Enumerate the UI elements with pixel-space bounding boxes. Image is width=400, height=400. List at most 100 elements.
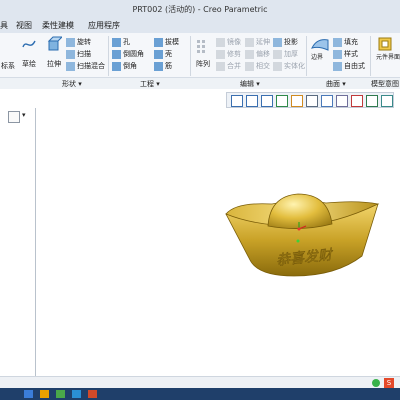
round-icon bbox=[112, 49, 121, 59]
trim-icon bbox=[216, 49, 225, 59]
zoom-in-icon[interactable] bbox=[246, 95, 258, 107]
rib-label: 筋 bbox=[165, 62, 172, 70]
freeform-label: 自由式 bbox=[344, 62, 365, 70]
sketch-button[interactable]: 草绘 bbox=[22, 59, 36, 69]
ribbon-separator bbox=[108, 36, 109, 76]
taskbar-app-icon[interactable] bbox=[56, 390, 65, 398]
thicken-label: 加厚 bbox=[284, 50, 298, 58]
tab-flexible-modeling[interactable]: 柔性建模 bbox=[42, 20, 74, 32]
zoom-fit-icon[interactable] bbox=[231, 95, 243, 107]
style-button[interactable]: 样式 bbox=[333, 49, 358, 59]
pattern-button[interactable]: 阵列 bbox=[196, 59, 210, 69]
component-interface-icon bbox=[378, 37, 392, 51]
status-indicator bbox=[372, 379, 380, 387]
draft-button[interactable]: 拔模 bbox=[154, 37, 179, 47]
shell-button[interactable]: 壳 bbox=[154, 49, 172, 59]
draft-label: 拔模 bbox=[165, 38, 179, 46]
intersect-label: 相交 bbox=[256, 62, 270, 70]
datum-display-icon[interactable] bbox=[351, 95, 363, 107]
chamfer-label: 倒角 bbox=[123, 62, 137, 70]
view-manager-icon[interactable] bbox=[306, 95, 318, 107]
hole-label: 孔 bbox=[123, 38, 130, 46]
zoom-out-icon[interactable] bbox=[261, 95, 273, 107]
sweep-blend-label: 扫描混合 bbox=[77, 62, 105, 70]
chamfer-button[interactable]: 倒角 bbox=[112, 61, 137, 71]
taskbar-app-icon[interactable] bbox=[24, 390, 33, 398]
taskbar bbox=[0, 388, 400, 400]
boundary-blend-button[interactable]: 边界 bbox=[311, 55, 323, 61]
spin-center-icon[interactable] bbox=[291, 95, 303, 107]
pattern-icon bbox=[196, 39, 210, 53]
sweep-button[interactable]: 扫描 bbox=[66, 49, 91, 59]
coord-system-button[interactable]: 标系 bbox=[1, 61, 15, 71]
repaint-icon[interactable] bbox=[276, 95, 288, 107]
extend-button[interactable]: 延伸 bbox=[245, 37, 270, 47]
hole-icon bbox=[112, 37, 121, 47]
extend-icon bbox=[245, 37, 254, 47]
style-icon bbox=[333, 49, 342, 59]
revolve-button[interactable]: 旋转 bbox=[66, 37, 91, 47]
ribbon-tab-bar: 具 视图 柔性建模 应用程序 bbox=[0, 18, 400, 33]
tab-tools[interactable]: 具 bbox=[0, 20, 8, 32]
offset-button[interactable]: 偏移 bbox=[245, 49, 270, 59]
window-title: PRT002 (活动的) - Creo Parametric bbox=[132, 5, 268, 14]
trim-button[interactable]: 修剪 bbox=[216, 49, 241, 59]
group-label-shape[interactable]: 形状 ▾ bbox=[62, 79, 82, 89]
shell-label: 壳 bbox=[165, 50, 172, 58]
ribbon-separator bbox=[306, 36, 307, 76]
fill-icon bbox=[333, 37, 342, 47]
group-label-model-intent[interactable]: 模型意图 bbox=[371, 79, 399, 89]
merge-icon bbox=[216, 61, 225, 71]
freeform-button[interactable]: 自由式 bbox=[333, 61, 365, 71]
taskbar-app-icon[interactable] bbox=[72, 390, 81, 398]
rib-button[interactable]: 筋 bbox=[154, 61, 172, 71]
tab-applications[interactable]: 应用程序 bbox=[88, 20, 120, 32]
offset-label: 偏移 bbox=[256, 50, 270, 58]
solidify-button[interactable]: 实体化 bbox=[273, 61, 305, 71]
hole-button[interactable]: 孔 bbox=[112, 37, 130, 47]
taskbar-app-icon[interactable] bbox=[40, 390, 49, 398]
component-interface-button[interactable]: 元件界面 bbox=[376, 55, 400, 61]
merge-label: 合并 bbox=[227, 62, 241, 70]
sweep-blend-icon bbox=[66, 61, 75, 71]
merge-button[interactable]: 合并 bbox=[216, 61, 241, 71]
extrude-icon bbox=[46, 36, 64, 52]
show-icon[interactable] bbox=[8, 111, 20, 123]
saved-views-icon[interactable] bbox=[336, 95, 348, 107]
display-style-icon[interactable] bbox=[321, 95, 333, 107]
taskbar-app-icon[interactable] bbox=[88, 390, 97, 398]
revolve-icon bbox=[66, 37, 75, 47]
style-label: 样式 bbox=[344, 50, 358, 58]
group-editing-text: 编辑 bbox=[240, 80, 254, 88]
extrude-button[interactable]: 拉伸 bbox=[47, 59, 61, 69]
project-button[interactable]: 投影 bbox=[273, 37, 298, 47]
fill-label: 填充 bbox=[344, 38, 358, 46]
round-button[interactable]: 倒圆角 bbox=[112, 49, 144, 59]
dropdown-arrow-icon[interactable]: ▾ bbox=[22, 111, 26, 119]
group-label-engineering[interactable]: 工程 ▾ bbox=[140, 79, 160, 89]
group-model-intent-text: 模型意图 bbox=[371, 80, 399, 88]
annotation-icon[interactable] bbox=[366, 95, 378, 107]
title-bar: PRT002 (活动的) - Creo Parametric bbox=[0, 0, 400, 18]
status-badge[interactable]: S bbox=[384, 378, 394, 388]
tab-view[interactable]: 视图 bbox=[16, 20, 32, 32]
intersect-button[interactable]: 相交 bbox=[245, 61, 270, 71]
sweep-blend-button[interactable]: 扫描混合 bbox=[66, 61, 105, 71]
round-label: 倒圆角 bbox=[123, 50, 144, 58]
group-label-surfaces[interactable]: 曲面 ▾ bbox=[326, 79, 346, 89]
ribbon-group-labels: 形状 ▾ 工程 ▾ 编辑 ▾ 曲面 ▾ 模型意图 bbox=[0, 77, 400, 89]
thicken-button[interactable]: 加厚 bbox=[273, 49, 298, 59]
freeform-icon bbox=[333, 61, 342, 71]
group-surfaces-text: 曲面 bbox=[326, 80, 340, 88]
sweep-label: 扫描 bbox=[77, 50, 91, 58]
mirror-button[interactable]: 镜像 bbox=[216, 37, 241, 47]
group-label-editing[interactable]: 编辑 ▾ bbox=[240, 79, 260, 89]
intersect-icon bbox=[245, 61, 254, 71]
shell-icon bbox=[154, 49, 163, 59]
graphics-area[interactable]: 恭喜发财 bbox=[36, 108, 400, 376]
spin-icon[interactable] bbox=[381, 95, 393, 107]
solidify-label: 实体化 bbox=[284, 62, 305, 70]
project-label: 投影 bbox=[284, 38, 298, 46]
sketch-icon bbox=[22, 37, 36, 51]
fill-button[interactable]: 填充 bbox=[333, 37, 358, 47]
